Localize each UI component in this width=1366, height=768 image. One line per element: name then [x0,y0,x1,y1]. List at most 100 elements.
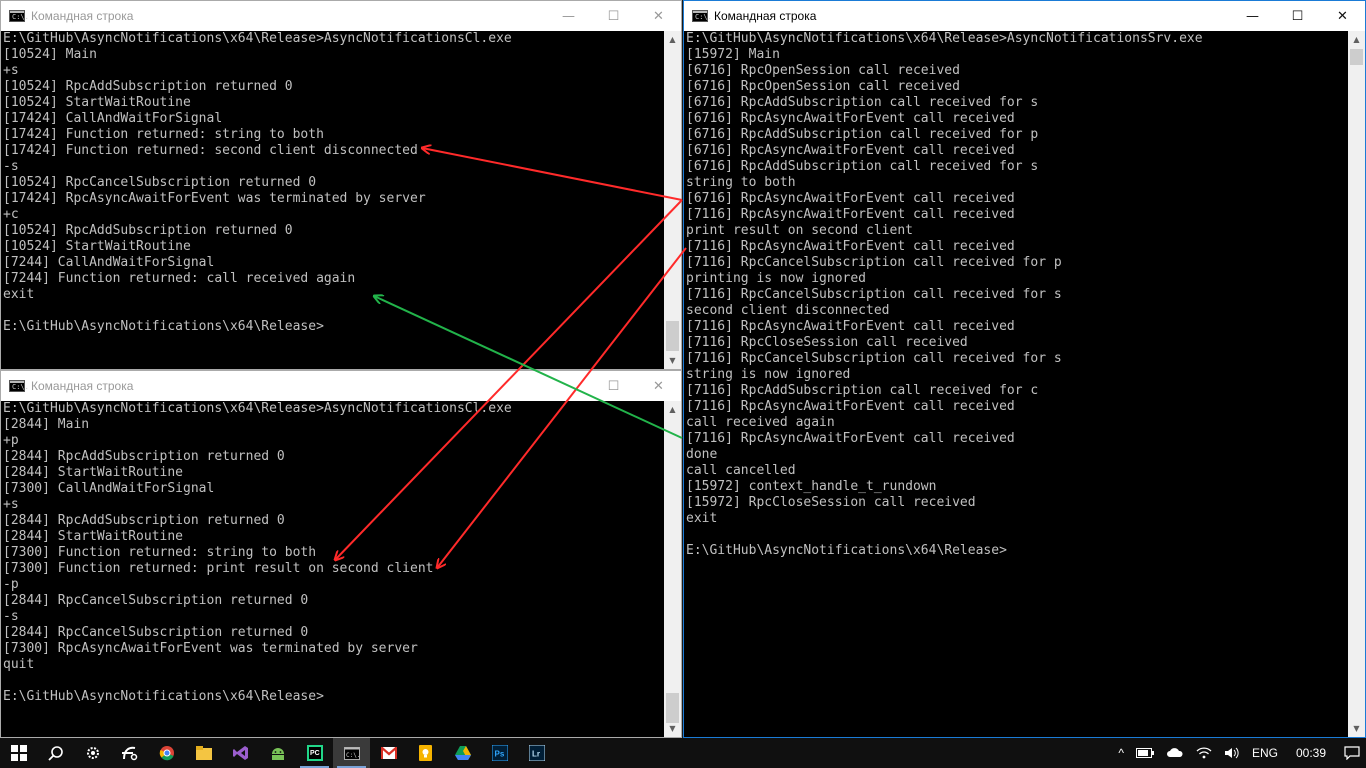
chrome-button[interactable] [148,738,185,768]
wifi-icon[interactable] [1190,738,1218,768]
explorer-button[interactable] [185,738,222,768]
window-title: Командная строка [31,9,134,23]
cmd-icon: C:\. [343,746,360,760]
console-line: [7116] RpcCancelSubscription call receiv… [686,351,1062,366]
scroll-up-arrow-icon[interactable]: ▲ [664,401,681,418]
console-line: [6716] RpcOpenSession call received [686,63,960,78]
gmail-button[interactable] [370,738,407,768]
scroll-up-arrow-icon[interactable]: ▲ [1348,31,1365,48]
lightroom-button[interactable]: Lr [518,738,555,768]
console-line: [6716] RpcAsyncAwaitForEvent call receiv… [686,143,1015,158]
minimize-button[interactable]: — [1230,1,1275,31]
cmd-icon: C:\. [9,380,29,392]
console-output[interactable]: E:\GitHub\AsyncNotifications\x64\Release… [1,31,664,369]
console-line: E:\GitHub\AsyncNotifications\x64\Release… [686,543,1007,558]
notifications-icon[interactable] [1338,738,1366,768]
console-line: [2844] RpcCancelSubscription returned 0 [3,593,309,608]
cmd-window-server[interactable]: C:\. Командная строка — ☐ ✕ E:\GitHub\As… [683,0,1366,738]
console-line: printing is now ignored [686,271,867,286]
console-output[interactable]: E:\GitHub\AsyncNotifications\x64\Release… [1,401,664,737]
maximize-button[interactable]: ☐ [591,1,636,31]
volume-icon[interactable] [1218,738,1246,768]
console-line: [17424] CallAndWaitForSignal [3,111,223,126]
console-line: [10524] RpcAddSubscription returned 0 [3,223,293,238]
window-titlebar[interactable]: C:\. Командная строка ☐ ✕ [1,371,681,401]
console-line: [7300] Function returned: string to both [3,545,317,560]
android-icon [271,748,284,760]
pycharm-button[interactable]: PC [296,738,333,768]
console-line: [2844] StartWaitRoutine [3,465,184,480]
pycharm-icon: PC [306,745,323,761]
minimize-button[interactable]: — [546,1,591,31]
console-line: +c [3,207,19,222]
gmail-icon [380,747,397,759]
scrollbar-thumb[interactable] [666,693,679,723]
cmd-window-client-2[interactable]: C:\. Командная строка ☐ ✕ E:\GitHub\Asyn… [0,370,682,738]
maximize-button[interactable]: ☐ [1275,1,1320,31]
close-button[interactable]: ✕ [1320,1,1365,31]
close-button[interactable]: ✕ [636,1,681,31]
console-line: [2844] RpcAddSubscription returned 0 [3,449,285,464]
console-line: [10524] RpcCancelSubscription returned 0 [3,175,317,190]
android-studio-button[interactable] [259,738,296,768]
cmd-window-client-1[interactable]: C:\. Командная строка — ☐ ✕ E:\GitHub\As… [0,0,682,370]
console-line: [2844] Main [3,417,90,432]
fl-icon [121,746,137,761]
scroll-down-arrow-icon[interactable]: ▼ [664,720,681,737]
close-button[interactable]: ✕ [636,371,681,401]
tray-chevron-icon[interactable]: ^ [1112,738,1130,768]
scroll-down-arrow-icon[interactable]: ▼ [1348,720,1365,737]
drive-button[interactable] [444,738,481,768]
visual-studio-button[interactable] [222,738,259,768]
console-line: [7244] CallAndWaitForSignal [3,255,215,270]
maximize-button[interactable]: ☐ [591,371,636,401]
cmd-button[interactable]: C:\. [333,738,370,768]
console-line: exit [3,287,35,302]
windows-logo-icon [10,745,27,761]
fl-app-button[interactable] [111,738,148,768]
battery-icon[interactable] [1130,738,1160,768]
onedrive-cloud-icon[interactable] [1160,738,1190,768]
console-line: E:\GitHub\AsyncNotifications\x64\Release… [686,31,1203,46]
vertical-scrollbar[interactable]: ▲ ▼ [1348,31,1365,737]
console-line: [7244] Function returned: call received … [3,271,356,286]
settings-button[interactable] [74,738,111,768]
vertical-scrollbar[interactable]: ▲ ▼ [664,31,681,369]
clock[interactable]: 00:39 [1284,738,1338,768]
search-button[interactable] [37,738,74,768]
photoshop-icon: Ps [491,745,508,761]
console-line: [7116] RpcAsyncAwaitForEvent call receiv… [686,239,1015,254]
search-icon [47,746,63,761]
start-button[interactable] [0,738,37,768]
console-line: E:\GitHub\AsyncNotifications\x64\Release… [3,31,512,46]
console-line: [7116] RpcAsyncAwaitForEvent call receiv… [686,207,1015,222]
vertical-scrollbar[interactable]: ▲ ▼ [664,401,681,737]
svg-text:Lr: Lr [532,750,540,759]
keep-button[interactable] [407,738,444,768]
window-titlebar[interactable]: C:\. Командная строка — ☐ ✕ [684,1,1365,31]
language-indicator[interactable]: ENG [1246,738,1284,768]
svg-text:Ps: Ps [494,750,504,759]
console-line: +s [3,497,19,512]
scrollbar-thumb[interactable] [666,321,679,351]
photoshop-button[interactable]: Ps [481,738,518,768]
cmd-icon: C:\. [9,10,29,22]
console-line: [15972] RpcCloseSession call received [686,495,976,510]
console-line: [7116] RpcAsyncAwaitForEvent call receiv… [686,319,1015,334]
svg-text:PC: PC [310,750,320,757]
console-output[interactable]: E:\GitHub\AsyncNotifications\x64\Release… [684,31,1348,737]
console-line: [7116] RpcCancelSubscription call receiv… [686,287,1062,302]
window-title: Командная строка [31,379,134,393]
system-tray: ^ ENG 00:39 [1112,738,1366,768]
window-titlebar[interactable]: C:\. Командная строка — ☐ ✕ [1,1,681,31]
console-line: [7300] Function returned: print result o… [3,561,434,576]
scrollbar-thumb[interactable] [1350,49,1363,65]
console-line: [7116] RpcCloseSession call received [686,335,968,350]
console-line: -s [3,159,19,174]
console-line: second client disconnected [686,303,890,318]
scroll-up-arrow-icon[interactable]: ▲ [664,31,681,48]
scroll-down-arrow-icon[interactable]: ▼ [664,352,681,369]
console-line: quit [3,657,35,672]
